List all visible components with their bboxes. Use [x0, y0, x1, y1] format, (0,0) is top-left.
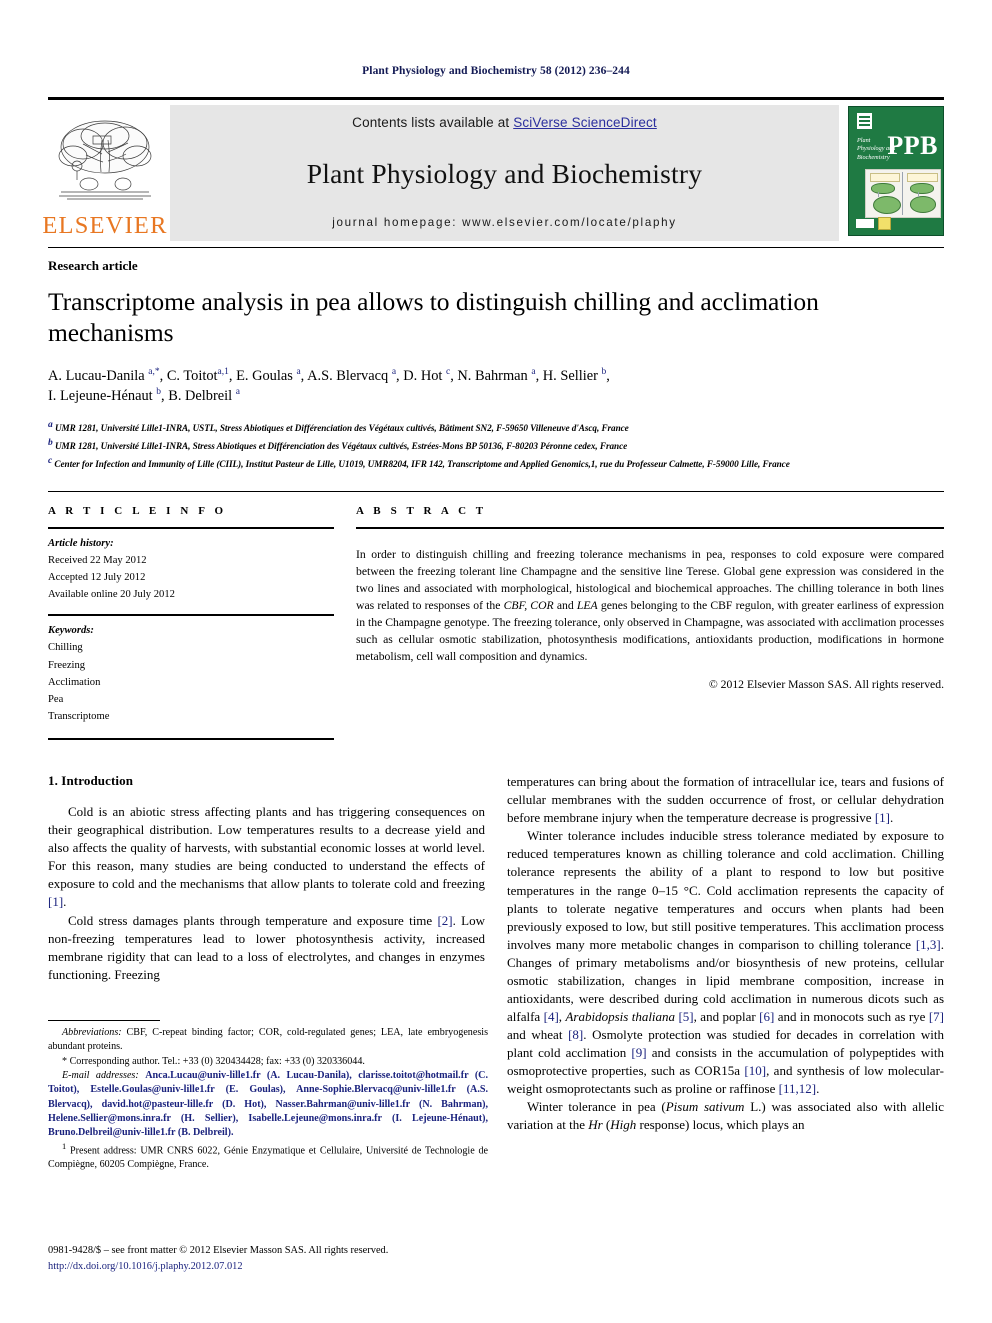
intro-p1-tail: .	[63, 894, 67, 910]
cover-footer-marks	[856, 216, 891, 230]
abstract-italic-cbf-cor: CBF, COR	[503, 599, 554, 613]
journal-homepage-line[interactable]: journal homepage: www.elsevier.com/locat…	[332, 216, 677, 229]
elsevier-wordmark: ELSEVIER	[42, 212, 168, 239]
issn-copyright-line: 0981-9428/$ – see front matter © 2012 El…	[48, 1245, 389, 1256]
citation-ref[interactable]: [2]	[437, 913, 452, 928]
intro-p2-cont-tail: .	[890, 810, 894, 826]
keywords-block: Keywords: Chilling Freezing Acclimation …	[48, 616, 334, 738]
journal-masthead: ELSEVIER Contents lists available at Sci…	[42, 96, 944, 241]
citation-ref[interactable]: [8]	[568, 1027, 583, 1042]
intro-paragraph-1: Cold is an abiotic stress affecting plan…	[48, 803, 485, 911]
intro-p1-text: Cold is an abiotic stress affecting plan…	[48, 804, 485, 892]
intro-p3-j: .	[816, 1081, 820, 1097]
present-address-text: Present address: UMR CNRS 6022, Génie En…	[48, 1144, 488, 1171]
masthead-divider	[48, 246, 944, 248]
pisum-sativum-italic: Pisum sativum	[665, 1099, 745, 1115]
intro-p4-d: response) locus, which plays an	[636, 1117, 805, 1133]
info-abstract-row: A R T I C L E I N F O Article history: R…	[48, 490, 944, 741]
affiliation-c: c Center for Infection and Immunity of L…	[48, 455, 790, 469]
elsevier-logo: ELSEVIER	[42, 105, 166, 241]
abstract-italic-lea: LEA	[576, 599, 598, 613]
journal-cover-thumbnail: Plant Physiology and Biochemistry PPB	[848, 105, 944, 236]
abstract-text: In order to distinguish chilling and fre…	[356, 540, 944, 666]
citation-ref[interactable]: [4]	[544, 1009, 559, 1024]
cover-elsevier-icon	[857, 112, 872, 129]
article-info-heading: A R T I C L E I N F O	[48, 504, 227, 517]
abstract-heading: A B S T R A C T	[356, 504, 487, 517]
intro-p3-a: Winter tolerance includes inducible stre…	[507, 828, 944, 952]
footnote-emails: E-mail addresses: Anca.Lucau@univ-lille1…	[48, 1069, 488, 1141]
history-available-online: Available online 20 July 2012	[48, 589, 175, 601]
contents-prefix: Contents lists available at	[352, 114, 514, 130]
intro-p2-text: Cold stress damages plants through tempe…	[68, 912, 438, 928]
intro-p3-f: and wheat	[507, 1027, 569, 1043]
keywords-rule-bottom	[48, 738, 334, 741]
abstract-rule	[356, 526, 944, 529]
sciencedirect-link[interactable]: SciVerse ScienceDirect	[513, 115, 657, 130]
intro-paragraph-4: Winter tolerance in pea (Pisum sativum L…	[507, 1098, 944, 1134]
elsevier-tree-icon	[53, 114, 157, 212]
footnote-divider	[48, 1020, 160, 1021]
contents-lists-line: Contents lists available at SciVerse Sci…	[352, 115, 657, 130]
keyword-item: Pea	[48, 693, 64, 705]
abstract-part-2: and	[553, 599, 577, 613]
journal-band: Contents lists available at SciVerse Sci…	[170, 104, 839, 241]
citation-ref[interactable]: [1,3]	[916, 937, 941, 952]
citation-ref[interactable]: [7]	[929, 1009, 944, 1024]
citation-ref[interactable]: [6]	[759, 1009, 774, 1024]
running-head: Plant Physiology and Biochemistry 58 (20…	[362, 65, 630, 77]
citation-ref[interactable]: [11,12]	[779, 1081, 816, 1096]
species-name-italic: Arabidopsis thaliana	[565, 1008, 676, 1024]
intro-p3-e: and in monocots such as rye	[774, 1008, 929, 1024]
keyword-item: Acclimation	[48, 676, 101, 688]
intro-p3-d: , and poplar	[693, 1008, 760, 1024]
history-accepted: Accepted 12 July 2012	[48, 571, 146, 583]
footnote-corresponding-author: * Corresponding author. Tel.: +33 (0) 32…	[62, 1055, 365, 1067]
keyword-item: Transcriptome	[48, 711, 110, 723]
affiliation-b: b UMR 1281, Université Lille1-INRA, Stre…	[48, 437, 628, 451]
abstract-copyright: © 2012 Elsevier Masson SAS. All rights r…	[708, 677, 944, 691]
affiliation-a: a UMR 1281, Université Lille1-INRA, USTL…	[48, 419, 629, 433]
hr-locus-italic: Hr	[588, 1117, 603, 1133]
footnote-abbreviations: Abbreviations: CBF, C-repeat binding fac…	[48, 1026, 488, 1055]
abbreviations-label: Abbreviations:	[62, 1027, 122, 1038]
footnote-present-address: 1 Present address: UMR CNRS 6022, Génie …	[48, 1141, 488, 1173]
intro-paragraph-2-cont: temperatures can bring about the formati…	[507, 773, 944, 827]
article-first-page: Plant Physiology and Biochemistry 58 (20…	[0, 0, 992, 1323]
citation-ref[interactable]: [5]	[678, 1009, 693, 1024]
keywords-label: Keywords:	[48, 625, 94, 637]
citation-ref[interactable]: [9]	[631, 1045, 646, 1060]
keyword-item: Chilling	[48, 642, 83, 654]
citation-ref[interactable]: [1]	[875, 810, 890, 825]
intro-p4-a: Winter tolerance in pea (	[527, 1099, 666, 1115]
cover-diagram-image	[865, 168, 941, 218]
journal-title: Plant Physiology and Biochemistry	[306, 157, 703, 189]
page-footer: 0981-9428/$ – see front matter © 2012 El…	[48, 1243, 508, 1274]
article-info-column: A R T I C L E I N F O Article history: R…	[48, 492, 356, 741]
doi-link[interactable]: http://dx.doi.org/10.1016/j.plaphy.2012.…	[48, 1259, 508, 1275]
page-title: Transcriptome analysis in pea allows to …	[48, 286, 819, 348]
body-column-right: temperatures can bring about the formati…	[507, 773, 944, 1134]
intro-paragraph-2: Cold stress damages plants through tempe…	[48, 912, 485, 984]
high-italic: High	[610, 1117, 637, 1133]
author-line-2: I. Lejeune-Hénaut b, B. Delbreil a	[48, 387, 240, 405]
footnotes-block: Abbreviations: CBF, C-repeat binding fac…	[48, 1020, 488, 1173]
article-history-block: Article history: Received 22 May 2012 Ac…	[48, 529, 334, 615]
history-received: Received 22 May 2012	[48, 554, 147, 566]
author-line-1: A. Lucau-Danila a,*, C. Toitota,1, E. Go…	[48, 367, 610, 384]
citation-ref[interactable]: [10]	[744, 1063, 766, 1078]
affiliation-list: a UMR 1281, Université Lille1-INRA, USTL…	[48, 418, 944, 472]
section-heading-introduction: 1. Introduction	[48, 773, 134, 789]
article-type-label: Research article	[48, 257, 138, 273]
keyword-item: Freezing	[48, 659, 86, 671]
cover-abbrev-label: PPB	[887, 130, 938, 160]
citation-ref[interactable]: [1]	[48, 894, 63, 909]
article-history-label: Article history:	[48, 537, 114, 549]
email-addresses-label: E-mail addresses:	[62, 1069, 139, 1081]
author-list: A. Lucau-Danila a,*, C. Toitota,1, E. Go…	[48, 366, 944, 407]
abstract-column: A B S T R A C T In order to distinguish …	[356, 492, 944, 741]
intro-paragraph-3: Winter tolerance includes inducible stre…	[507, 827, 944, 1098]
